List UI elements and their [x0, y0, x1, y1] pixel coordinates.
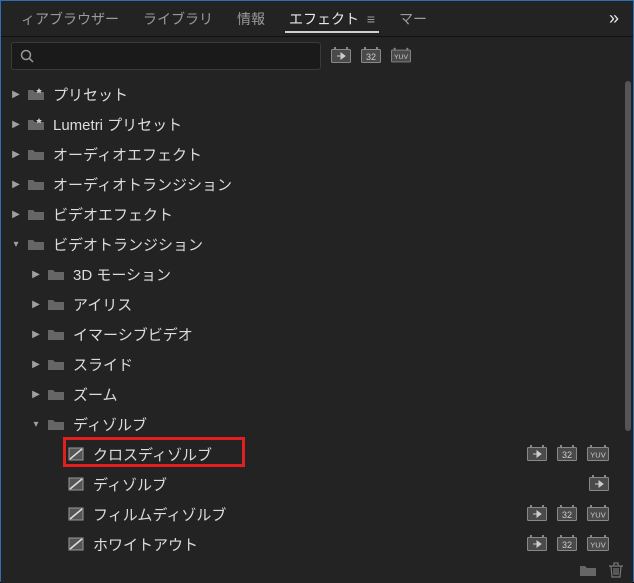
effect-icon	[67, 477, 85, 491]
chevron-right-icon: ▶	[9, 179, 23, 190]
chevron-down-icon: ▾	[9, 239, 23, 250]
overflow-button[interactable]: »	[603, 8, 625, 29]
tree-label: プリセット	[53, 84, 609, 105]
chevron-right-icon: ▶	[29, 389, 43, 400]
tree-label: ディゾルブ	[93, 474, 581, 495]
chevron-right-icon: ▶	[29, 359, 43, 370]
tree-label: イマーシブビデオ	[73, 324, 609, 345]
tree-label: オーディオトランジション	[53, 174, 609, 195]
tab-library[interactable]: ライブラリ	[131, 1, 225, 37]
tab-media-browser[interactable]: ィアブラウザー	[9, 1, 131, 37]
search-row: 32 YUV	[1, 37, 633, 75]
panel-menu-icon[interactable]: ≡	[363, 11, 375, 27]
tree-label: ディゾルブ	[73, 414, 609, 435]
chevron-right-icon: ▶	[9, 149, 23, 160]
trash-icon[interactable]	[609, 562, 623, 578]
svg-text:YUV: YUV	[590, 511, 605, 520]
svg-text:32: 32	[562, 540, 572, 550]
new-bin-icon[interactable]	[579, 563, 597, 577]
chevron-down-icon: ▾	[29, 419, 43, 430]
svg-text:32: 32	[366, 52, 376, 62]
tree-folder-lumetri[interactable]: ▶ Lumetri プリセット	[1, 109, 633, 139]
folder-icon	[47, 387, 65, 401]
badge-32bit-icon: 32	[557, 445, 577, 463]
tree-label: ズーム	[73, 384, 609, 405]
tree-label: 3D モーション	[73, 264, 609, 285]
folder-icon	[27, 177, 45, 191]
effect-icon	[67, 537, 85, 551]
tree-label: ホワイトアウト	[93, 534, 519, 555]
badge-accelerated-icon	[527, 505, 547, 523]
svg-text:32: 32	[562, 450, 572, 460]
folder-star-icon	[27, 87, 45, 101]
tab-info[interactable]: 情報	[225, 1, 277, 37]
effects-tree: ▶ プリセット ▶ Lumetri プリセット ▶ オーディオエフェクト ▶ オ…	[1, 75, 633, 557]
tree-item-whiteout[interactable]: ▶ ホワイトアウト 32 YUV	[1, 529, 633, 557]
filter-yuv-icon[interactable]: YUV	[391, 48, 411, 64]
folder-icon	[27, 237, 45, 251]
tab-effects[interactable]: エフェクト ≡	[277, 1, 387, 37]
tree-item-film-dissolve[interactable]: ▶ フィルムディゾルブ 32 YUV	[1, 499, 633, 529]
tree-folder-zoom[interactable]: ▶ ズーム	[1, 379, 633, 409]
tree-folder-3d-motion[interactable]: ▶ 3D モーション	[1, 259, 633, 289]
folder-star-icon	[27, 117, 45, 131]
tree-folder-audio-effects[interactable]: ▶ オーディオエフェクト	[1, 139, 633, 169]
tree-folder-presets[interactable]: ▶ プリセット	[1, 79, 633, 109]
tree-folder-dissolve[interactable]: ▾ ディゾルブ	[1, 409, 633, 439]
effect-icon	[67, 447, 85, 461]
badge-yuv-icon: YUV	[587, 535, 609, 553]
search-box[interactable]	[11, 42, 321, 70]
tab-bar: ィアブラウザー ライブラリ 情報 エフェクト ≡ マー »	[1, 1, 633, 37]
tree-folder-video-effects[interactable]: ▶ ビデオエフェクト	[1, 199, 633, 229]
tab-markers[interactable]: マー	[387, 1, 439, 37]
panel-footer	[1, 557, 633, 583]
effect-icon	[67, 507, 85, 521]
svg-text:YUV: YUV	[590, 541, 605, 550]
folder-icon	[47, 417, 65, 431]
search-input[interactable]	[40, 49, 312, 64]
tree-label: ビデオトランジション	[53, 234, 609, 255]
svg-text:32: 32	[562, 510, 572, 520]
tree-folder-iris[interactable]: ▶ アイリス	[1, 289, 633, 319]
scrollbar-thumb[interactable]	[625, 81, 631, 431]
chevron-right-icon: ▶	[9, 119, 23, 130]
badge-yuv-icon: YUV	[587, 445, 609, 463]
svg-text:YUV: YUV	[590, 451, 605, 460]
chevron-right-icon: ▶	[29, 299, 43, 310]
tree-item-dissolve[interactable]: ▶ ディゾルブ	[1, 469, 633, 499]
tree-folder-immersive[interactable]: ▶ イマーシブビデオ	[1, 319, 633, 349]
folder-icon	[47, 357, 65, 371]
filter-32bit-icon[interactable]: 32	[361, 48, 381, 64]
folder-icon	[27, 207, 45, 221]
tree-folder-audio-transitions[interactable]: ▶ オーディオトランジション	[1, 169, 633, 199]
tree-label: ビデオエフェクト	[53, 204, 609, 225]
badge-accelerated-icon	[589, 475, 609, 493]
badge-32bit-icon: 32	[557, 535, 577, 553]
folder-icon	[47, 327, 65, 341]
folder-icon	[27, 147, 45, 161]
tree-label: フィルムディゾルブ	[93, 504, 519, 525]
filter-accelerated-icon[interactable]	[331, 48, 351, 64]
tree-item-cross-dissolve[interactable]: ▶ クロスディゾルブ 32 YUV	[1, 439, 633, 469]
folder-icon	[47, 297, 65, 311]
badge-accelerated-icon	[527, 535, 547, 553]
tree-label: スライド	[73, 354, 609, 375]
chevron-right-icon: ▶	[29, 329, 43, 340]
svg-text:YUV: YUV	[394, 54, 408, 61]
tree-folder-video-transitions[interactable]: ▾ ビデオトランジション	[1, 229, 633, 259]
chevron-right-icon: ▶	[9, 89, 23, 100]
search-icon	[20, 49, 34, 63]
badge-yuv-icon: YUV	[587, 505, 609, 523]
tree-label: クロスディゾルブ	[93, 444, 519, 465]
tree-label: Lumetri プリセット	[53, 114, 609, 135]
tree-label: アイリス	[73, 294, 609, 315]
chevron-right-icon: ▶	[29, 269, 43, 280]
chevron-right-icon: ▶	[9, 209, 23, 220]
folder-icon	[47, 267, 65, 281]
badge-32bit-icon: 32	[557, 505, 577, 523]
tree-label: オーディオエフェクト	[53, 144, 609, 165]
tree-folder-slide[interactable]: ▶ スライド	[1, 349, 633, 379]
badge-accelerated-icon	[527, 445, 547, 463]
